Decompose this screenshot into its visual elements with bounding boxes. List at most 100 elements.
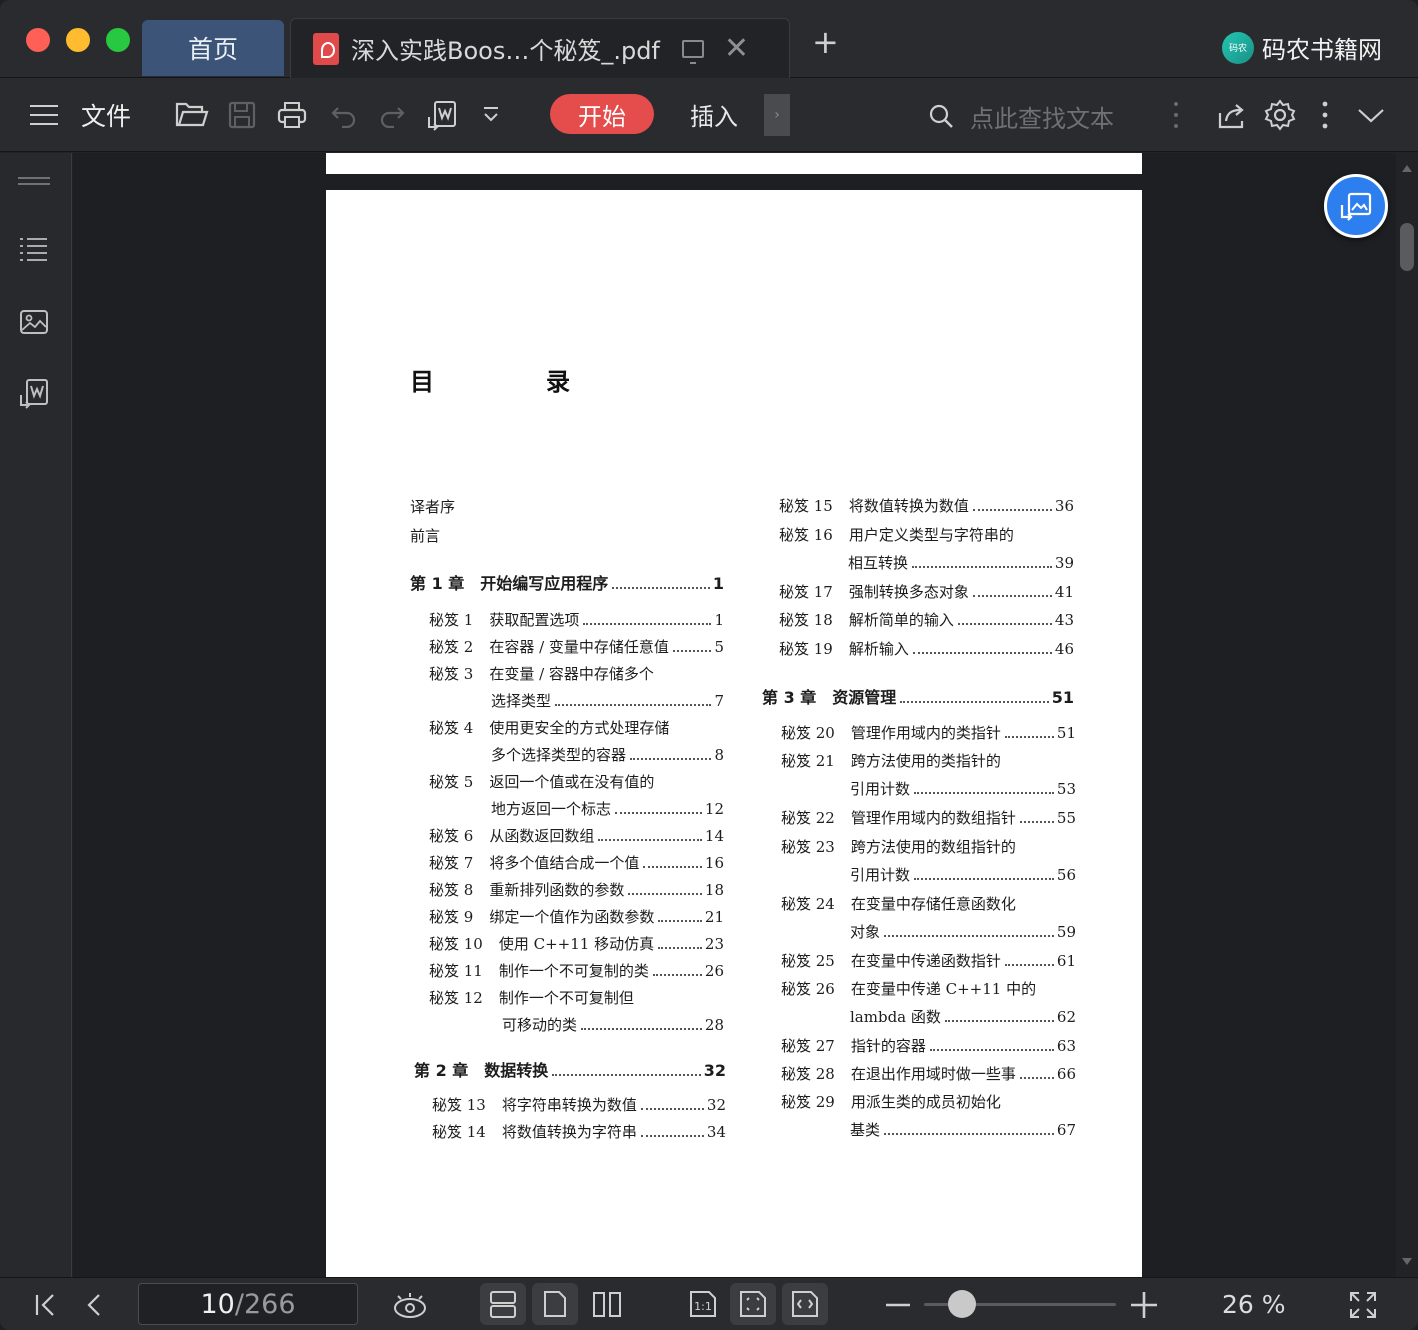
scrollbar-thumb[interactable] [1400,223,1414,271]
toc-page-number: 62 [1056,1008,1076,1026]
open-button[interactable] [172,78,212,152]
zoom-slider-thumb[interactable] [948,1290,976,1318]
toc-page-number: 46 [1054,640,1074,658]
toc-entry-text: 基类 [850,1121,881,1139]
minimize-window-button[interactable] [66,28,90,52]
toc-leader-dots [1019,821,1054,823]
toc-page-number: 1 [712,574,724,593]
toc-entry: 秘笈 12 制作一个不可复制但 [429,987,724,1008]
toc-entry: 秘笈 17 强制转换多态对象 41 [779,581,1074,602]
floating-convert-button[interactable] [1324,174,1388,238]
toc-leader-dots [640,1108,704,1110]
toc-entry: 基类 67 [850,1119,1076,1140]
zoom-level[interactable]: 26 % [1222,1278,1286,1330]
add-tab-button[interactable]: + [812,26,839,58]
fullscreen-button[interactable] [1346,1278,1380,1330]
sidebar-item-outline[interactable] [18,233,50,265]
previous-page-button[interactable] [80,1278,108,1330]
close-window-button[interactable] [26,28,50,52]
search-box[interactable]: 点此查找文本 [928,96,1114,136]
zoom-in-button[interactable] [1130,1278,1158,1330]
fit-page-button[interactable] [730,1283,776,1325]
toc-page-number: 59 [1056,923,1076,941]
print-button[interactable] [272,78,312,152]
tab-home[interactable]: 首页 [142,20,284,76]
more-vertical-icon [1322,101,1328,129]
brand[interactable]: 码农 码农书籍网 [1222,30,1382,65]
gear-icon [1264,99,1296,131]
sidebar-item-thumbnails[interactable] [18,306,50,338]
convert-image-icon [1340,192,1372,221]
scroll-down-arrow-icon[interactable] [1402,1258,1412,1265]
search-input[interactable]: 点此查找文本 [970,99,1114,134]
toc-entry-label: 秘笈 18 [779,611,833,629]
toc-chapter: 第 1 章开始编写应用程序 1 [410,570,724,594]
collapse-toolbar-button[interactable] [1352,78,1390,152]
toc-entry: 秘笈 21 跨方法使用的类指针的 [781,750,1076,771]
more-tabs-button[interactable]: › [764,94,790,136]
redo-icon [380,107,405,128]
tab-insert[interactable]: 插入 [690,94,738,134]
toc-page-number: 16 [704,854,724,872]
toc-entry-text: 用派生类的成员初始化 [850,1093,1001,1111]
menu-button[interactable] [28,78,60,152]
sidebar-item-convert[interactable] [18,377,50,409]
document-viewport[interactable]: 目 录 译者序 前言第 1 章开始编写应用程序 1 秘笈 1 获取配置选项 1 秘笈 2 在容… [73,153,1396,1277]
save-button[interactable] [222,78,262,152]
share-button[interactable] [1212,78,1252,152]
tab-start[interactable]: 开始 [550,94,654,134]
toc-entry-label: 秘笈 28 [781,1065,835,1083]
settings-button[interactable] [1260,78,1300,152]
toc-entry-label: 秘笈 9 [429,908,474,926]
toc-entry: 秘笈 7 将多个值结合成一个值 16 [429,852,724,873]
toc-leader-dots [914,792,1054,794]
toc-entry: 秘笈 8 重新排列函数的参数 18 [429,879,724,900]
toc-leader-dots [972,595,1052,597]
undo-button[interactable] [324,78,364,152]
file-menu[interactable]: 文件 [78,78,134,152]
total-pages: /266 [234,1288,296,1320]
toc-entry-text: 使用 C++11 移动仿真 [498,935,655,953]
toc-entry: 对象 59 [850,921,1076,942]
first-page-icon [35,1293,54,1316]
more-tools-dropdown[interactable] [474,78,508,152]
toc-page-number: 61 [1056,952,1076,970]
zoom-out-button[interactable] [884,1278,912,1330]
close-tab-icon[interactable]: ✕ [724,33,749,64]
toc-leader-dots [1004,964,1054,966]
toc-entry-text: 前言 [410,527,441,545]
vertical-scrollbar[interactable] [1396,153,1418,1277]
page-number-input[interactable]: 10/266 [138,1283,358,1325]
scroll-up-arrow-icon[interactable] [1402,165,1412,172]
toc-entry-label: 秘笈 6 [429,827,474,845]
previous-page-bottom [326,153,1142,174]
image-icon [20,310,48,334]
toc-entry-label: 第 3 章 [762,688,817,707]
toc-entry-text: 在变量中存储任意函数化 [850,895,1016,913]
toc-entry-text: lambda 函数 [850,1008,941,1026]
toc-entry-text: 在容器 / 变量中存储任意值 [489,638,669,656]
zoom-window-button[interactable] [106,28,130,52]
continuous-view-button[interactable] [480,1283,526,1325]
toc-leader-dots [884,1133,1054,1135]
toc-leader-dots [552,1074,701,1076]
actual-size-button[interactable]: 1:1 [680,1283,726,1325]
toc-entry: 秘笈 1 获取配置选项 1 [429,609,724,630]
redo-button[interactable] [372,78,412,152]
toc-entry-text: 制作一个不可复制但 [498,989,634,1007]
tab-document[interactable]: 深入实践Boos…个秘笈_.pdf ✕ [290,18,790,78]
fit-width-button[interactable] [782,1283,828,1325]
toc-entry-label: 秘笈 12 [429,989,483,1007]
pdf-to-word-button[interactable] [422,78,462,152]
toc-entry: 选择类型 7 [491,690,724,711]
more-options-button[interactable] [1312,78,1338,152]
vertical-dots-icon [1174,102,1178,128]
single-page-view-button[interactable] [532,1283,578,1325]
monitor-icon[interactable] [681,39,704,64]
sidebar-collapse-button[interactable] [18,165,50,197]
eye-protection-button[interactable] [390,1278,430,1330]
first-page-button[interactable] [30,1278,60,1330]
toc-page-number: 14 [704,827,724,845]
two-page-view-button[interactable] [584,1283,630,1325]
toc-entry-label: 秘笈 14 [432,1123,486,1141]
